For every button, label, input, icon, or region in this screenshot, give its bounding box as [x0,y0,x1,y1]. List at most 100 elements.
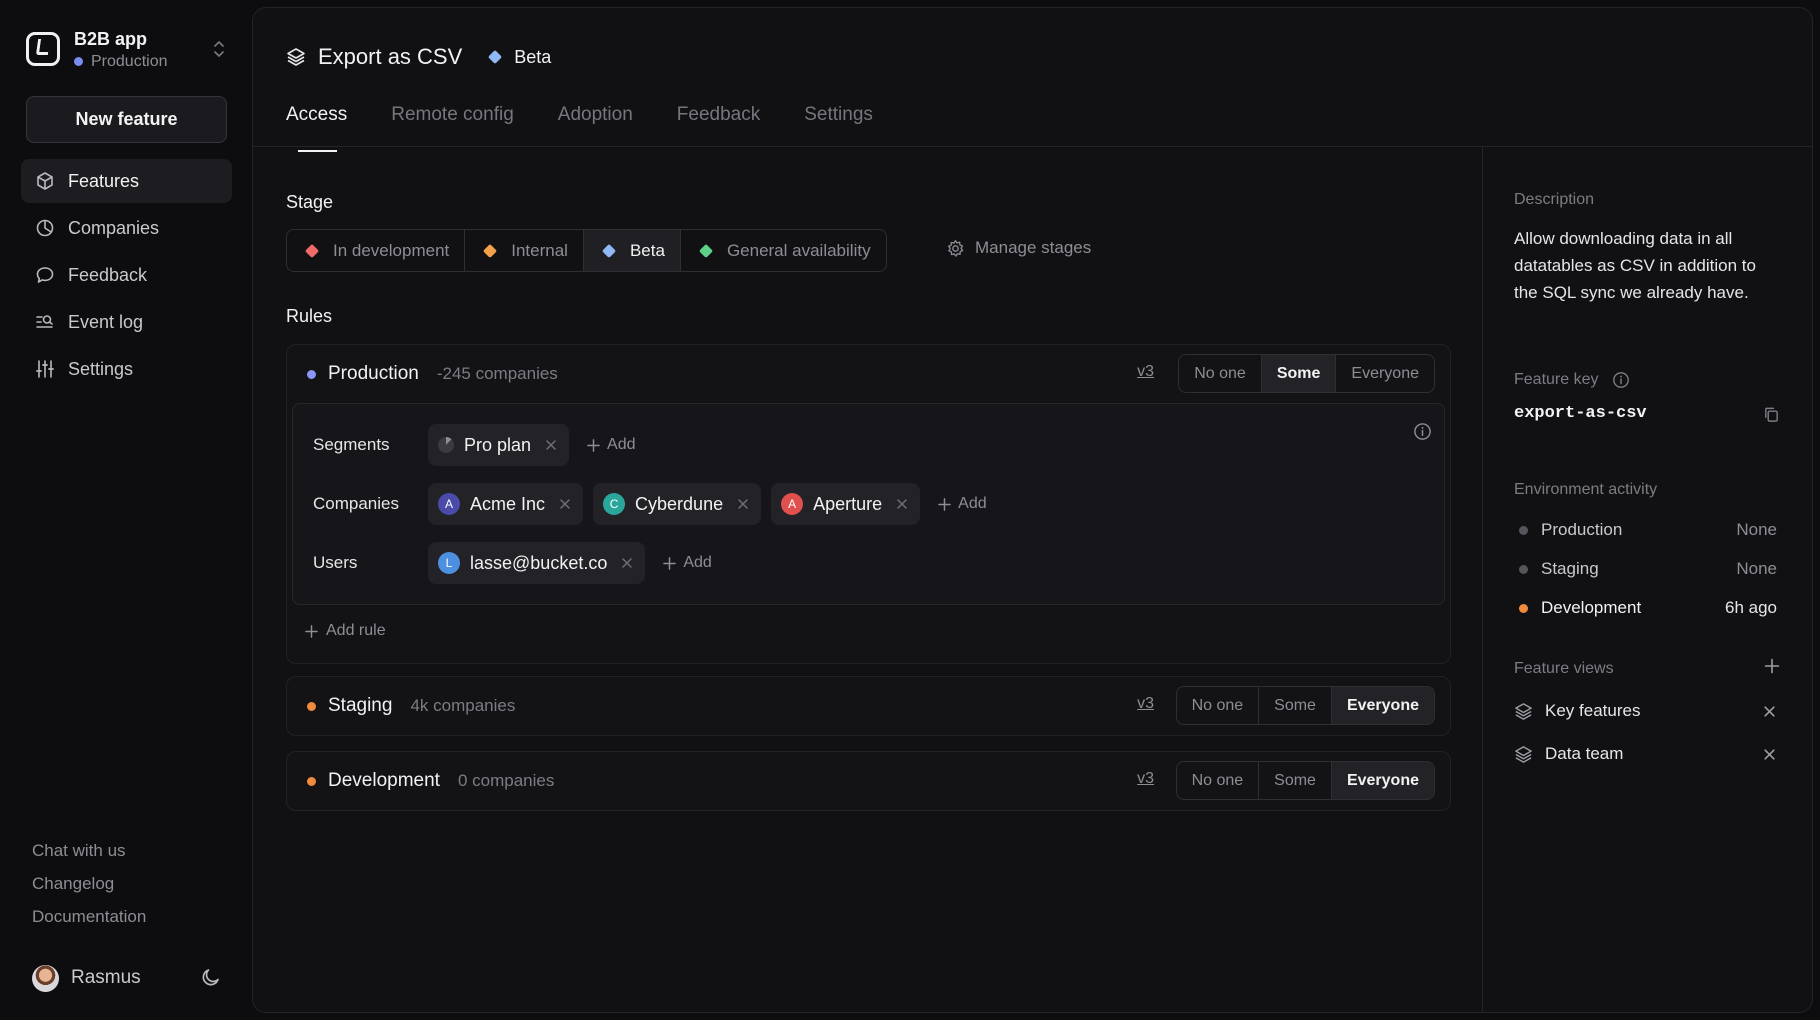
option-some[interactable]: Some [1259,762,1332,799]
diamond-icon [698,243,714,258]
remove-icon[interactable] [737,498,749,510]
env-version-link[interactable]: v3 [1137,695,1154,713]
env-dot [307,701,316,711]
segments-row: Segments Pro plan Add [313,424,636,466]
remove-icon[interactable] [896,498,908,510]
info-icon[interactable] [1413,422,1432,441]
option-no-one[interactable]: No one [1177,762,1260,799]
feature-views-label: Feature views [1514,660,1614,677]
sidebar-item-settings[interactable]: Settings [21,347,232,391]
activity-value: None [1736,520,1777,539]
user-email: lasse@bucket.co [470,552,608,573]
user-avatar: L [438,552,460,574]
env-name: Production [328,363,419,384]
new-feature-button[interactable]: New feature [26,96,227,143]
feature-key-value: export-as-csv [1514,404,1647,423]
pie-chart-icon [36,219,54,237]
add-segment-button[interactable]: Add [587,436,636,454]
company-avatar: A [438,493,460,515]
env-card-staging: Staging 4k companies v3 No one Some Ever… [286,676,1451,736]
option-no-one[interactable]: No one [1179,355,1262,392]
option-everyone[interactable]: Everyone [1331,687,1434,724]
feature-view-name: Key features [1545,701,1641,720]
changelog-link[interactable]: Changelog [32,871,146,904]
chat-with-us-link[interactable]: Chat with us [32,838,146,871]
remove-icon[interactable] [621,557,633,569]
add-user-button[interactable]: Add [663,554,712,572]
moon-icon[interactable] [200,966,222,988]
details-panel: Description Allow downloading data in al… [1482,147,1812,1012]
close-icon[interactable] [1763,705,1776,718]
companies-label: Companies [313,494,399,513]
option-everyone[interactable]: Everyone [1336,355,1434,392]
add-rule-label: Add rule [326,622,386,639]
sidebar-item-event-log[interactable]: Event log [21,300,232,344]
stage-option-label: General availability [726,240,871,260]
env-header: Staging 4k companies v3 No one Some Ever… [287,677,1450,735]
tab-access[interactable]: Access [286,104,347,152]
diamond-icon [601,243,617,258]
stage-option-beta[interactable]: Beta [583,230,681,271]
activity-env: Production [1541,520,1623,539]
access-level-control: No one Some Everyone [1178,354,1435,393]
add-rule-button[interactable]: Add rule [287,605,1450,657]
stage-option-in-development[interactable]: In development [287,230,466,271]
company-name: Acme Inc [470,493,546,514]
access-level-control: No one Some Everyone [1175,761,1435,800]
activity-row-production: Production None [1519,518,1777,542]
app-info: B2B app Production [74,28,168,71]
chevron-up-down-icon[interactable] [212,38,226,60]
feature-view-item[interactable]: Key features [1514,698,1776,724]
description-text: Allow downloading data in all datatables… [1514,229,1756,302]
stage-option-internal[interactable]: Internal [465,230,584,271]
remove-icon[interactable] [545,439,557,451]
copy-icon[interactable] [1763,406,1780,423]
option-some[interactable]: Some [1261,355,1337,392]
diamond-icon [483,243,498,258]
layers-icon [287,48,305,66]
feature-header: Export as CSV Beta [286,42,551,72]
feature-tabs: Access Remote config Adoption Feedback S… [286,104,917,152]
option-no-one[interactable]: No one [1177,687,1260,724]
chat-bubble-icon [36,267,54,283]
cube-icon [37,172,53,190]
tab-feedback[interactable]: Feedback [677,104,760,150]
stage-heading: Stage [286,192,334,212]
segment-pie-icon [438,437,454,453]
stage-option-general-availability[interactable]: General availability [681,230,886,271]
close-icon[interactable] [1763,748,1776,761]
environment-activity-label: Environment activity [1514,481,1658,498]
option-some[interactable]: Some [1259,687,1332,724]
access-level-control: No one Some Everyone [1175,686,1435,725]
env-version-link[interactable]: v3 [1137,363,1154,381]
sidebar-item-label: Feedback [68,264,148,285]
stage-option-label: In development [333,240,450,260]
layers-icon [1515,745,1532,763]
activity-dot [1519,603,1528,613]
app-environment: Production [74,53,168,71]
add-company-button[interactable]: Add [938,495,987,513]
documentation-link[interactable]: Documentation [32,904,146,937]
feature-view-name: Data team [1545,744,1624,763]
sidebar-item-feedback[interactable]: Feedback [21,253,232,297]
env-company-count: 4k companies [410,696,516,715]
option-everyone[interactable]: Everyone [1331,762,1434,799]
tab-adoption[interactable]: Adoption [558,104,633,150]
manage-stages-label: Manage stages [975,238,1092,257]
env-company-count: -245 companies [436,364,558,383]
app-switcher[interactable]: B2B app Production [26,24,226,74]
sidebar-item-features[interactable]: Features [21,159,232,203]
feature-view-item[interactable]: Data team [1514,741,1776,767]
sidebar-item-companies[interactable]: Companies [21,206,232,250]
add-view-icon[interactable] [1764,658,1780,674]
manage-stages-button[interactable]: Manage stages [946,238,1091,258]
info-icon[interactable] [1612,371,1630,389]
company-name: Aperture [813,493,883,514]
tab-settings[interactable]: Settings [804,104,873,150]
tab-remote-config[interactable]: Remote config [391,104,514,150]
env-version-link[interactable]: v3 [1137,770,1154,788]
user-menu[interactable]: Rasmus [32,963,222,993]
page-title: Export as CSV [318,44,463,69]
activity-env: Development [1541,598,1642,617]
remove-icon[interactable] [559,498,571,510]
